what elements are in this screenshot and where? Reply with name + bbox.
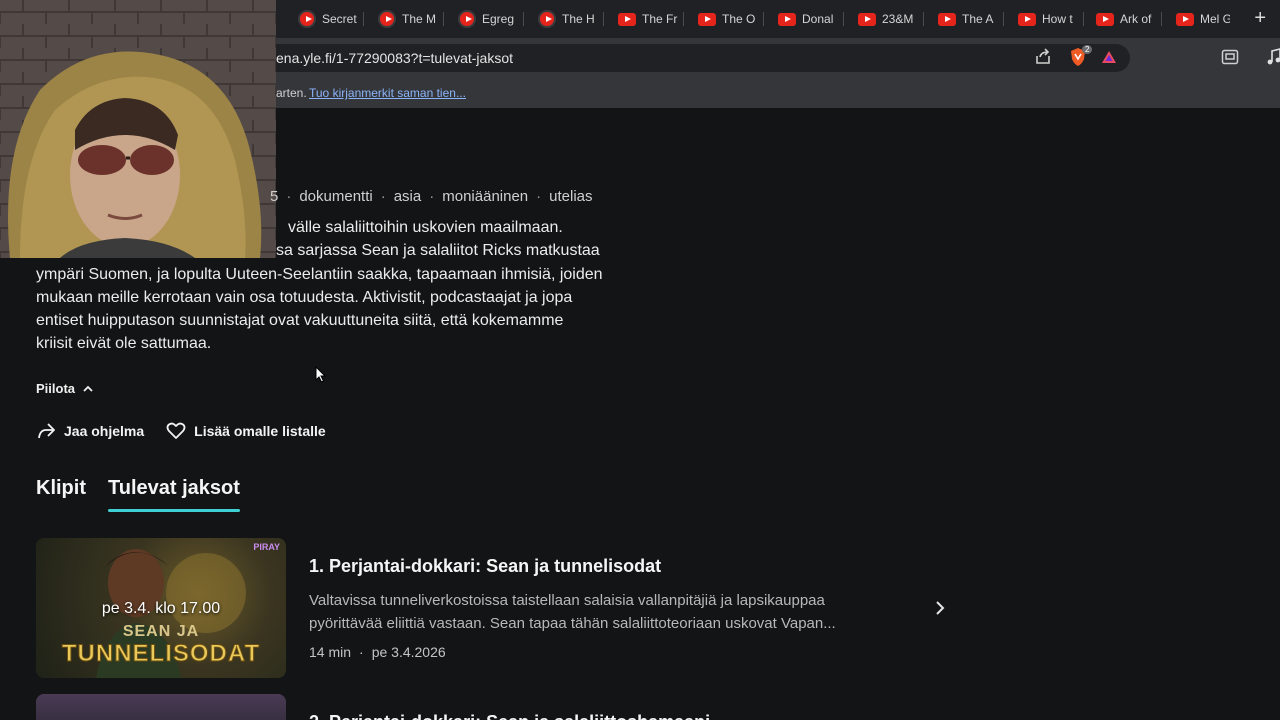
description-line: kriisit eivät ole sattumaa. [36,335,212,353]
tab-tulevat-jaksot[interactable]: Tulevat jaksot [108,477,240,512]
youtube-icon [858,12,876,26]
episode-description-line: pyörittävää eliittiä vastaan. Sean tapaa… [309,615,836,632]
browser-tab[interactable]: The O [692,7,764,31]
thumbnail-airtime: pe 3.4. klo 17.00 [101,600,221,617]
youtube-icon [938,12,956,26]
browser-tab[interactable]: Donal [772,7,844,31]
episode-meta: 14 min · pe 3.4.2026 [309,644,446,660]
description-line: entiset huipputason suunnistajat ovat va… [36,312,564,330]
content-tabs: Klipit Tulevat jaksot [36,477,240,512]
program-description: välle salaliittoihin uskovien maailmaan.… [36,216,636,356]
tab-title: Mel G [1200,12,1230,26]
tab-title: The Fr [642,12,678,26]
program-actions: Jaa ohjelma Lisää omalle listalle [36,421,326,441]
browser-tab[interactable]: Egreg [452,7,524,31]
add-list-label: Lisää omalle listalle [194,423,326,439]
tag: asia [393,188,422,205]
youtube-icon [1096,12,1114,26]
tab-title: The O [722,12,756,26]
browser-tab[interactable]: 23&M [852,7,924,31]
youtube-icon [1018,12,1036,26]
tab-title: The A [962,12,994,26]
browser-tab[interactable]: Secret [292,7,364,31]
hide-label: Piilota [36,381,76,396]
new-tab-button[interactable]: + [1254,7,1266,30]
episode-description: Valtavissa tunneliverkostoissa taistella… [309,589,909,635]
chevron-right-icon[interactable] [934,600,946,616]
add-to-list-button[interactable]: Lisää omalle listalle [166,421,326,441]
episode-duration: 14 min [309,644,352,660]
tab-klipit[interactable]: Klipit [36,477,86,508]
browser-tab[interactable]: How t [1012,7,1084,31]
tab-title: Donal [802,12,834,26]
youtube-icon [778,12,796,26]
share-arrow-icon [38,423,55,439]
chevron-up-icon [83,385,93,392]
description-line: mukaan meille kerrotaan vain osa totuude… [36,288,573,306]
reader-mode-icon[interactable] [1221,49,1239,65]
tab-title: Ark of [1120,12,1152,26]
episode-title[interactable]: 2. Perjantai-dokkari: Sean ja salaliitto… [309,712,710,720]
episode-description-line: Valtavissa tunneliverkostoissa taistella… [309,592,825,609]
share-icon[interactable] [1034,48,1052,66]
description-line: sa sarjassa Sean ja salaliitot Ricks mat… [276,242,600,260]
youtube-icon [698,12,716,26]
episode-card[interactable]: 2. Perjantai-dokkari: Sean ja salaliitto… [36,694,946,720]
tab-title: Secret [322,12,357,26]
browser-tab[interactable]: The H [532,7,604,31]
browser-tab[interactable]: The M [372,7,444,31]
youtube-icon [458,10,476,28]
import-bookmarks-link[interactable]: Tuo kirjanmerkit saman tien... [309,86,466,100]
episode-card[interactable]: PIRAY pe 3.4. klo 17.00 SEAN JA TUNNELIS… [36,538,946,678]
youtube-icon [538,10,556,28]
tag: utelias [549,188,593,205]
browser-tab[interactable]: The Fr [612,7,684,31]
youtube-icon [378,10,396,28]
browser-tab[interactable]: Mel G [1170,7,1230,31]
tab-title: The M [402,12,437,26]
episode-date: pe 3.4.2026 [371,644,446,660]
tab-title: Egreg [482,12,515,26]
music-icon[interactable] [1266,48,1280,66]
bookmark-prompt-text: arten. [276,86,307,100]
episode-thumbnail[interactable] [36,694,286,720]
brave-rewards-icon[interactable] [1101,50,1117,64]
program-tags: 5 · dokumentti · asia · moniääninen · ut… [270,188,593,205]
share-program-button[interactable]: Jaa ohjelma [36,421,144,441]
tab-title: 23&M [882,12,914,26]
youtube-icon [1176,12,1194,26]
youtube-icon [298,10,316,28]
url-text[interactable]: ena.yle.fi/1-77290083?t=tulevat-jaksot [276,50,513,66]
episode-title[interactable]: 1. Perjantai-dokkari: Sean ja tunnelisod… [309,556,661,577]
hide-description-button[interactable]: Piilota [36,381,93,396]
description-line: välle salaliittoihin uskovien maailmaan. [288,219,563,236]
tab-title: How t [1042,12,1073,26]
share-label: Jaa ohjelma [64,423,145,439]
mouse-cursor-icon [315,366,326,383]
youtube-icon [618,12,636,26]
thumbnail-title-line1: SEAN JA [122,623,200,640]
thumbnail-badge: PIRAY [253,542,280,552]
tag: dokumentti [299,188,373,205]
tag-prefix: 5 [270,188,279,205]
browser-tab[interactable]: Ark of [1090,7,1162,31]
browser-tab[interactable]: The A [932,7,1004,31]
episode-thumbnail[interactable]: PIRAY pe 3.4. klo 17.00 SEAN JA TUNNELIS… [36,538,286,678]
heart-icon [166,422,186,439]
description-line: ympäri Suomen, ja lopulta Uuteen-Seelant… [36,265,603,283]
tab-title: The H [562,12,595,26]
thumbnail-title-line2: TUNNELISODAT [61,640,261,668]
tag: moniääninen [442,188,529,205]
